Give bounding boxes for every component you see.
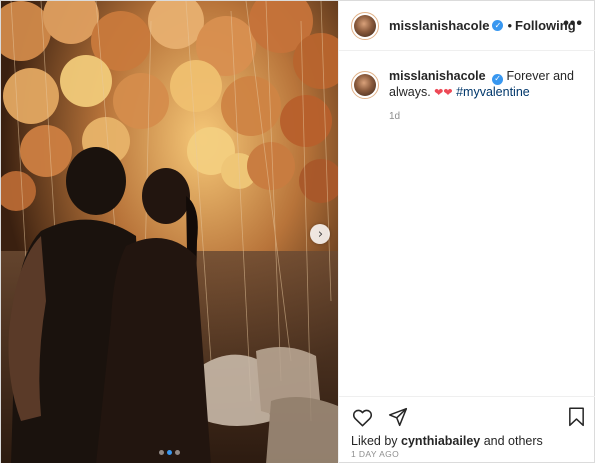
verified-badge-icon: ✓	[492, 20, 504, 31]
caption-timestamp[interactable]: 1d	[389, 109, 586, 124]
red-heart-emoji-icon: ❤❤	[434, 85, 453, 99]
liked-by-prefix: Liked by	[351, 434, 402, 448]
hashtag-link[interactable]: #myvalentine	[456, 85, 530, 99]
profile-avatar-icon	[354, 74, 376, 96]
like-button[interactable]	[351, 406, 373, 428]
more-options-icon[interactable]: •••	[563, 15, 583, 33]
bookmark-icon	[568, 407, 584, 427]
share-button[interactable]	[387, 406, 409, 428]
caption-body: misslanishacole ✓ Forever and always. ❤❤…	[389, 69, 586, 124]
author-username[interactable]: misslanishacole	[389, 18, 489, 33]
caption-username[interactable]: misslanishacole	[389, 69, 486, 83]
carousel-indicator	[1, 450, 338, 455]
verified-badge-icon: ✓	[492, 73, 504, 85]
caption-avatar[interactable]	[351, 71, 379, 99]
carousel-dot	[175, 450, 180, 455]
paper-plane-icon	[388, 407, 408, 427]
post-photo[interactable]: ›	[1, 1, 338, 463]
chevron-right-icon: ›	[317, 226, 324, 242]
save-button[interactable]	[565, 406, 587, 428]
carousel-next-button[interactable]: ›	[310, 224, 330, 244]
post-actions-area: Liked by cynthiabailey and others 1 DAY …	[339, 396, 595, 463]
profile-avatar-icon	[354, 14, 376, 37]
follow-separator: •	[507, 18, 513, 33]
author-avatar[interactable]	[351, 11, 379, 40]
action-bar	[351, 406, 409, 428]
post-caption: misslanishacole ✓ Forever and always. ❤❤…	[351, 69, 586, 124]
post-sidebar: misslanishacole ✓ • Following ••• missla…	[338, 1, 595, 463]
carousel-dot-active	[167, 450, 172, 455]
instagram-post: › misslanishacole ✓ • Following ••• miss…	[0, 0, 595, 463]
liked-by-line: Liked by cynthiabailey and others	[351, 434, 543, 448]
photo-image	[1, 1, 338, 463]
post-header: misslanishacole ✓ • Following •••	[339, 1, 595, 51]
post-date[interactable]: 1 DAY AGO	[351, 449, 399, 459]
carousel-dot	[159, 450, 164, 455]
liked-by-user[interactable]: cynthiabailey	[401, 434, 480, 448]
liked-by-suffix[interactable]: and others	[480, 434, 543, 448]
heart-outline-icon	[352, 409, 372, 426]
